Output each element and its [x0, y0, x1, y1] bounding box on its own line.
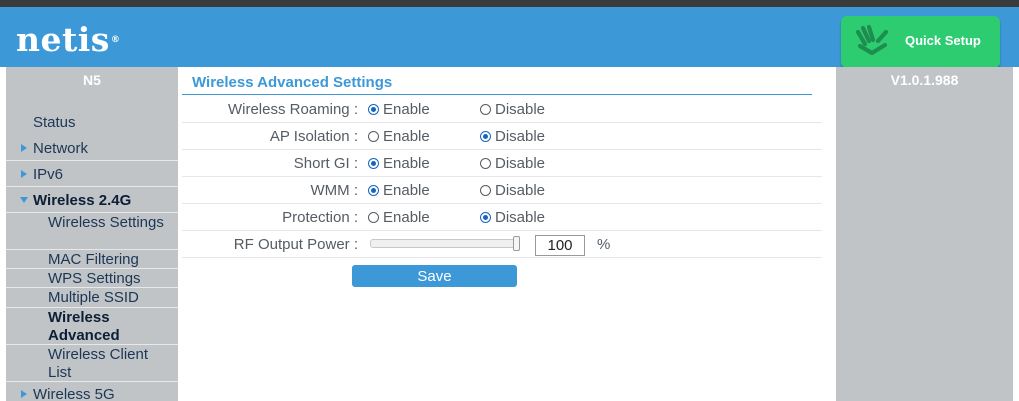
- short-gi-enable-radio[interactable]: Enable: [368, 155, 448, 173]
- sidebar: N5 Status Network IPv6 Wireless 2.4G Wir…: [6, 67, 178, 401]
- rf-output-power-input[interactable]: [535, 235, 585, 256]
- main-content: Wireless Advanced Settings Wireless Roam…: [178, 67, 836, 401]
- sidebar-item-status[interactable]: Status: [6, 110, 178, 135]
- setting-row-short-gi: Short GI : Enable Disable: [182, 150, 822, 177]
- radio-icon: [480, 104, 491, 115]
- radio-icon: [480, 212, 491, 223]
- wmm-disable-radio[interactable]: Disable: [480, 182, 560, 200]
- setting-row-rf-output-power: RF Output Power : %: [182, 231, 822, 258]
- wireless-roaming-enable-radio[interactable]: Enable: [368, 101, 448, 119]
- sidebar-item-wireless-5g[interactable]: Wireless 5G: [6, 382, 178, 401]
- radio-icon: [368, 185, 379, 196]
- caret-down-icon: [20, 197, 28, 203]
- wireless-roaming-disable-radio[interactable]: Disable: [480, 101, 560, 119]
- short-gi-disable-radio[interactable]: Disable: [480, 155, 560, 173]
- slider-handle[interactable]: [513, 236, 520, 251]
- protection-disable-radio[interactable]: Disable: [480, 209, 560, 227]
- sidebar-subitem-wireless-client-list[interactable]: Wireless Client List: [6, 345, 178, 382]
- percent-unit: %: [597, 236, 611, 253]
- quick-setup-label: Quick Setup: [905, 33, 981, 48]
- device-model: N5: [83, 72, 101, 88]
- sidebar-subitem-wps-settings[interactable]: WPS Settings: [6, 269, 178, 288]
- sidebar-subitem-mac-filtering[interactable]: MAC Filtering: [6, 250, 178, 269]
- page-title: Wireless Advanced Settings: [192, 74, 393, 91]
- sidebar-item-wireless-2-4g[interactable]: Wireless 2.4G: [6, 188, 178, 213]
- wmm-enable-radio[interactable]: Enable: [368, 182, 448, 200]
- radio-icon: [480, 131, 491, 142]
- netis-logo: netis®: [16, 20, 121, 59]
- radio-icon: [368, 158, 379, 169]
- save-button[interactable]: Save: [352, 265, 517, 287]
- protection-enable-radio[interactable]: Enable: [368, 209, 448, 227]
- radio-icon: [368, 212, 379, 223]
- caret-right-icon: [21, 144, 27, 152]
- caret-right-icon: [21, 390, 27, 398]
- radio-icon: [480, 185, 491, 196]
- firmware-version: V1.0.1.988: [890, 72, 959, 88]
- ap-isolation-enable-radio[interactable]: Enable: [368, 128, 448, 146]
- top-strip: [0, 0, 1019, 7]
- sidebar-subitem-multiple-ssid[interactable]: Multiple SSID: [6, 288, 178, 308]
- right-panel: V1.0.1.988: [836, 67, 1013, 401]
- rf-output-power-slider[interactable]: [370, 236, 520, 251]
- ap-isolation-disable-radio[interactable]: Disable: [480, 128, 560, 146]
- radio-icon: [480, 158, 491, 169]
- radio-icon: [368, 104, 379, 115]
- sidebar-item-ipv6[interactable]: IPv6: [6, 162, 178, 187]
- setting-row-protection: Protection : Enable Disable: [182, 204, 822, 231]
- sidebar-item-network[interactable]: Network: [6, 136, 178, 161]
- caret-right-icon: [21, 170, 27, 178]
- sidebar-subitem-wireless-advanced[interactable]: Wireless Advanced: [6, 308, 178, 345]
- setting-row-wmm: WMM : Enable Disable: [182, 177, 822, 204]
- quick-setup-button[interactable]: Quick Setup: [841, 16, 1000, 68]
- setting-row-ap-isolation: AP Isolation : Enable Disable: [182, 123, 822, 150]
- hand-icon: [855, 24, 889, 56]
- title-divider: [182, 94, 812, 95]
- setting-row-wireless-roaming: Wireless Roaming : Enable Disable: [182, 96, 822, 123]
- header-bar: netis® Quick Setup: [0, 7, 1019, 68]
- sidebar-subitem-wireless-settings[interactable]: Wireless Settings: [6, 213, 178, 250]
- radio-icon: [368, 131, 379, 142]
